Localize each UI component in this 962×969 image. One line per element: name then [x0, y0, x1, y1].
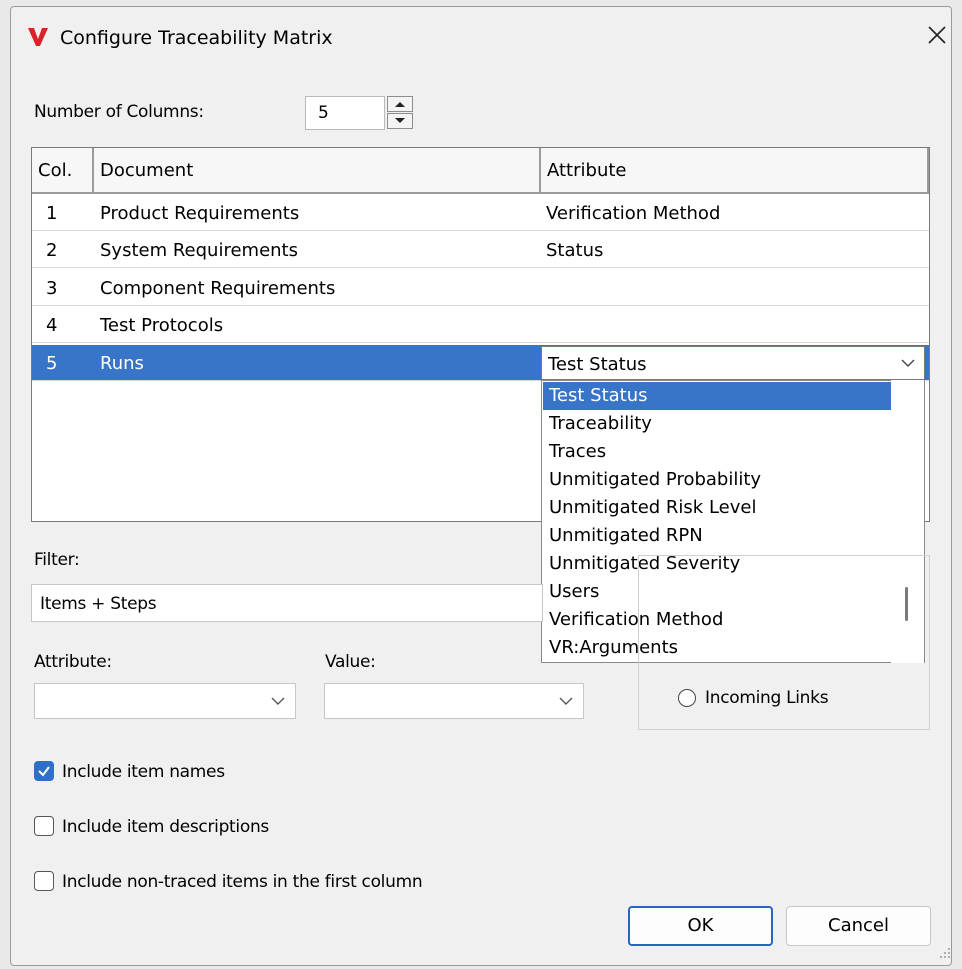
header-col[interactable]: Col.: [32, 148, 94, 194]
cell-col: 5: [46, 353, 58, 374]
include-descriptions-label: Include item descriptions: [62, 817, 269, 837]
incoming-links-label: Incoming Links: [705, 688, 829, 708]
cell-col: 1: [46, 203, 58, 224]
columns-label: Number of Columns:: [34, 102, 204, 122]
option-traces[interactable]: Traces: [543, 438, 891, 466]
app-logo-icon: [28, 28, 48, 46]
spin-up-button[interactable]: [387, 96, 413, 112]
filter-label: Filter:: [34, 550, 80, 570]
resize-grip-icon[interactable]: [938, 946, 952, 960]
cell-attribute: Verification Method: [546, 203, 721, 224]
attribute-combobox[interactable]: Test Status: [541, 346, 925, 380]
cell-document: Test Protocols: [100, 315, 224, 336]
table-row[interactable]: 1 Product Requirements Verification Meth…: [32, 195, 929, 231]
chevron-down-icon: [559, 697, 573, 705]
cell-document: System Requirements: [100, 240, 298, 261]
option-unmitigated-risk-level[interactable]: Unmitigated Risk Level: [543, 494, 891, 522]
columns-stepper: [387, 96, 415, 130]
columns-value: 5: [318, 103, 329, 123]
ok-button[interactable]: OK: [628, 906, 773, 946]
checkmark-icon: [38, 766, 50, 777]
cell-col: 3: [46, 278, 58, 299]
option-traceability[interactable]: Traceability: [543, 410, 891, 438]
attribute-label: Attribute:: [34, 652, 112, 672]
cell-document: Component Requirements: [100, 278, 336, 299]
columns-spinner-input[interactable]: 5: [305, 96, 385, 130]
filter-value-select[interactable]: [324, 683, 584, 719]
include-names-checkbox[interactable]: [34, 761, 54, 781]
table-row[interactable]: 4 Test Protocols: [32, 307, 929, 343]
cell-col: 4: [46, 315, 58, 336]
option-unmitigated-probability[interactable]: Unmitigated Probability: [543, 466, 891, 494]
chevron-down-icon: [901, 359, 915, 367]
option-test-status[interactable]: Test Status: [543, 382, 891, 410]
table-row[interactable]: 3 Component Requirements: [32, 270, 929, 306]
include-names-label: Include item names: [62, 762, 225, 782]
incoming-links-radio[interactable]: [678, 689, 696, 707]
include-non-traced-checkbox[interactable]: [34, 871, 54, 891]
filter-field[interactable]: Items + Steps: [31, 584, 543, 622]
table-row[interactable]: 2 System Requirements Status: [32, 232, 929, 268]
header-document[interactable]: Document: [94, 148, 541, 194]
chevron-down-icon: [271, 697, 285, 705]
caret-up-icon: [395, 102, 405, 107]
window-title: Configure Traceability Matrix: [60, 27, 333, 49]
cell-document: Runs: [100, 353, 144, 374]
close-icon[interactable]: [922, 20, 952, 50]
spin-down-button[interactable]: [387, 113, 413, 129]
option-unmitigated-rpn[interactable]: Unmitigated RPN: [543, 522, 891, 550]
cell-document: Product Requirements: [100, 203, 300, 224]
include-non-traced-label: Include non-traced items in the first co…: [62, 872, 423, 892]
cell-attribute: Status: [546, 240, 604, 261]
header-attribute[interactable]: Attribute: [541, 148, 929, 194]
filter-value: Items + Steps: [40, 594, 157, 614]
attribute-combobox-value: Test Status: [548, 354, 647, 375]
filter-attribute-select[interactable]: [34, 683, 296, 719]
cancel-button[interactable]: Cancel: [786, 906, 931, 946]
value-label: Value:: [325, 652, 376, 672]
cell-col: 2: [46, 240, 58, 261]
caret-down-icon: [395, 118, 405, 123]
include-descriptions-checkbox[interactable]: [34, 816, 54, 836]
